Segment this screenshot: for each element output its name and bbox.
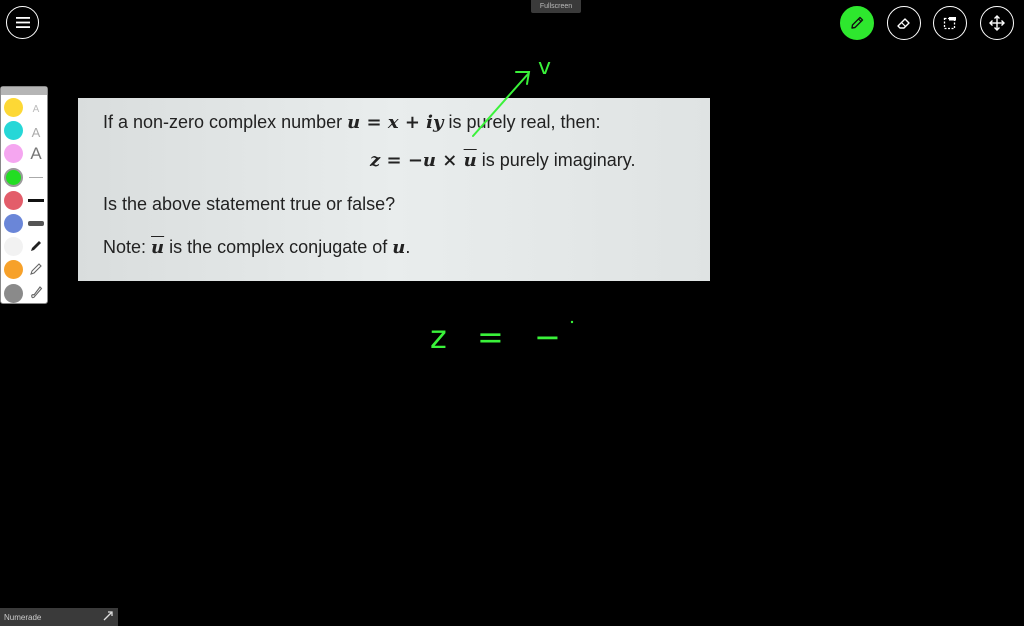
ink-dot — [570, 320, 574, 324]
handwritten-work: z = − — [430, 318, 571, 356]
annotation-v: v — [538, 55, 551, 80]
annotation-arrow — [472, 71, 531, 137]
brand-label: Numerade — [4, 612, 42, 622]
brand-bar[interactable]: Numerade — [0, 608, 118, 626]
handwriting-layer: v z = − — [430, 55, 574, 356]
expand-icon — [103, 611, 113, 621]
